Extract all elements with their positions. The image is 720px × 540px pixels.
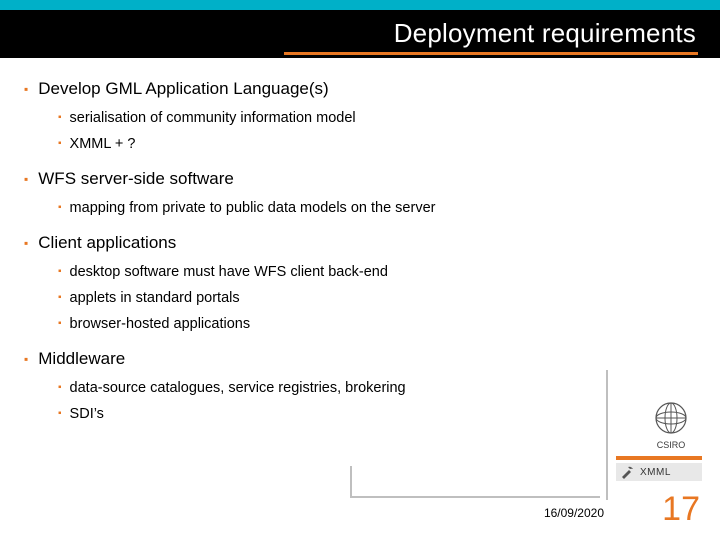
list-item: ▪ Middleware ▪ data-source catalogues, ser… bbox=[24, 348, 584, 424]
vertical-separator bbox=[606, 370, 608, 500]
bullet-text: WFS server-side software bbox=[38, 168, 234, 190]
xmml-logo: XMML bbox=[616, 456, 702, 481]
sub-list: ▪ data-source catalogues, service registr… bbox=[58, 378, 584, 424]
bullet-icon: ▪ bbox=[58, 314, 62, 334]
footer-divider-vert bbox=[350, 466, 352, 496]
orange-bar bbox=[616, 456, 702, 460]
bullet-icon: ▪ bbox=[58, 262, 62, 282]
sub-text: XMML + ? bbox=[70, 134, 136, 154]
list-item: ▪ mapping from private to public data mod… bbox=[58, 198, 584, 218]
list-item: ▪ WFS server-side software ▪ mapping from … bbox=[24, 168, 584, 218]
sub-list: ▪ mapping from private to public data mod… bbox=[58, 198, 584, 218]
bullet-icon: ▪ bbox=[24, 78, 28, 100]
list-item: ▪ serialisation of community information … bbox=[58, 108, 584, 128]
bullet-text: Develop GML Application Language(s) bbox=[38, 78, 328, 100]
list-item: ▪ XMML + ? bbox=[58, 134, 584, 154]
sub-text: SDI’s bbox=[70, 404, 104, 424]
slide: Deployment requirements ▪ Develop GML App… bbox=[0, 0, 720, 540]
sub-text: mapping from private to public data mode… bbox=[70, 198, 436, 218]
bullet-icon: ▪ bbox=[24, 168, 28, 190]
sub-list: ▪ serialisation of community information … bbox=[58, 108, 584, 154]
bullet-list: ▪ Develop GML Application Language(s) ▪ se… bbox=[24, 78, 584, 424]
bullet-icon: ▪ bbox=[58, 108, 62, 128]
bullet-icon: ▪ bbox=[58, 378, 62, 398]
bullet-text: Client applications bbox=[38, 232, 176, 254]
footer-date: 16/09/2020 bbox=[544, 506, 604, 520]
title-banner: Deployment requirements bbox=[0, 0, 720, 58]
csiro-label: CSIRO bbox=[648, 440, 694, 450]
bullet-icon: ▪ bbox=[58, 198, 62, 218]
list-item: ▪ data-source catalogues, service registr… bbox=[58, 378, 584, 398]
bullet-icon: ▪ bbox=[58, 404, 62, 424]
list-item: ▪ desktop software must have WFS client b… bbox=[58, 262, 584, 282]
csiro-logo: CSIRO bbox=[648, 400, 694, 450]
bullet-icon: ▪ bbox=[58, 288, 62, 308]
xmml-label: XMML bbox=[640, 467, 671, 478]
list-item: ▪ Client applications ▪ desktop software m… bbox=[24, 232, 584, 334]
bullet-text: Middleware bbox=[38, 348, 125, 370]
bullet-icon: ▪ bbox=[24, 232, 28, 254]
list-item: ▪ applets in standard portals bbox=[58, 288, 584, 308]
slide-title: Deployment requirements bbox=[0, 18, 696, 49]
sub-text: serialisation of community information m… bbox=[70, 108, 356, 128]
content-area: ▪ Develop GML Application Language(s) ▪ se… bbox=[24, 78, 584, 438]
globe-icon bbox=[653, 400, 689, 436]
sub-text: browser-hosted applications bbox=[70, 314, 251, 334]
sub-text: applets in standard portals bbox=[70, 288, 240, 308]
pick-icon bbox=[620, 465, 634, 479]
footer-divider bbox=[350, 496, 600, 498]
bullet-icon: ▪ bbox=[58, 134, 62, 154]
sub-list: ▪ desktop software must have WFS client b… bbox=[58, 262, 584, 334]
accent-stripe bbox=[0, 0, 720, 10]
sub-text: data-source catalogues, service registri… bbox=[70, 378, 406, 398]
sub-text: desktop software must have WFS client ba… bbox=[70, 262, 388, 282]
list-item: ▪ SDI’s bbox=[58, 404, 584, 424]
bullet-icon: ▪ bbox=[24, 348, 28, 370]
list-item: ▪ browser-hosted applications bbox=[58, 314, 584, 334]
title-underline bbox=[284, 52, 698, 55]
list-item: ▪ Develop GML Application Language(s) ▪ se… bbox=[24, 78, 584, 154]
page-number: 17 bbox=[662, 490, 700, 529]
